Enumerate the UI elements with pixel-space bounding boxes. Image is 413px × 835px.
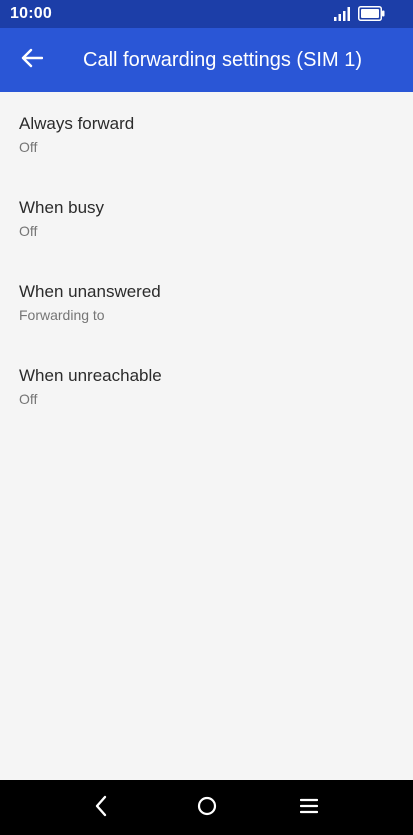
status-bar: 10:00 — [0, 0, 413, 28]
setting-summary: Forwarding to — [19, 307, 105, 323]
setting-summary: Off — [19, 223, 38, 239]
status-time: 10:00 — [10, 5, 52, 22]
settings-list: Always forward Off When busy Off When un… — [0, 92, 413, 780]
status-icons — [334, 6, 385, 26]
setting-title: Always forward — [19, 114, 135, 133]
signal-bars-icon — [334, 7, 350, 26]
battery-icon — [358, 6, 385, 26]
setting-when-busy[interactable]: When busy Off — [0, 176, 413, 260]
app-toolbar: Call forwarding settings (SIM 1) — [0, 28, 413, 92]
setting-summary: Off — [19, 139, 38, 155]
nav-home-icon — [197, 796, 217, 821]
back-button[interactable] — [14, 44, 50, 76]
nav-back-button[interactable] — [86, 793, 116, 823]
arrow-back-icon — [21, 48, 44, 73]
nav-menu-icon — [299, 798, 319, 819]
navigation-bar — [0, 780, 413, 835]
setting-title: When busy — [19, 198, 105, 217]
setting-title: When unanswered — [19, 282, 161, 301]
nav-back-icon — [94, 795, 108, 822]
setting-when-unreachable[interactable]: When unreachable Off — [0, 344, 413, 428]
setting-when-unanswered[interactable]: When unanswered Forwarding to — [0, 260, 413, 344]
setting-title: When unreachable — [19, 366, 162, 385]
setting-always-forward[interactable]: Always forward Off — [0, 92, 413, 176]
nav-menu-button[interactable] — [294, 793, 324, 823]
nav-home-button[interactable] — [192, 793, 222, 823]
page-title: Call forwarding settings (SIM 1) — [83, 49, 362, 71]
setting-summary: Off — [19, 391, 38, 407]
